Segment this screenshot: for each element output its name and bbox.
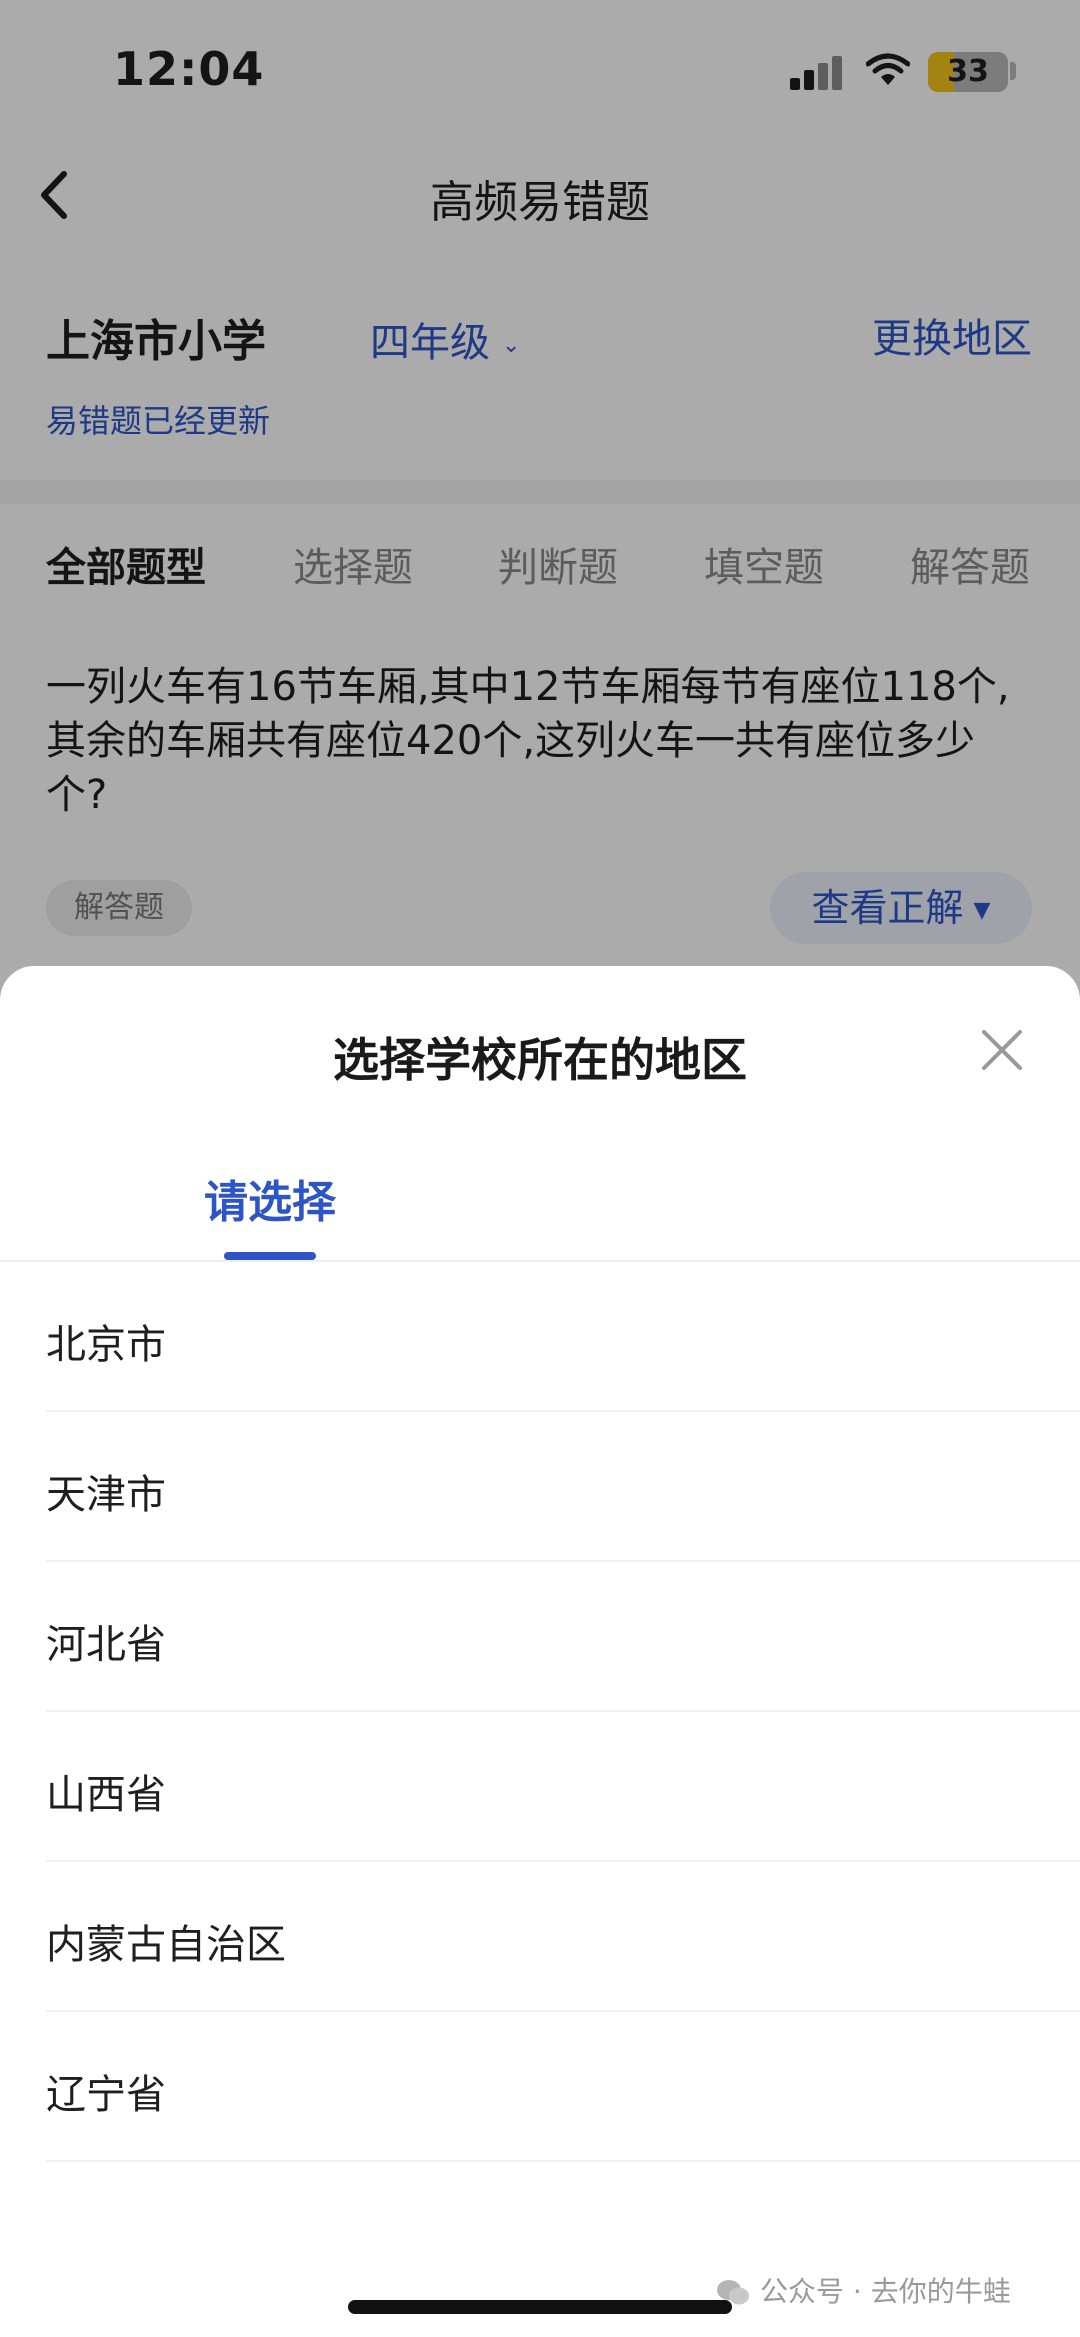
region-item[interactable]: 天津市: [0, 1412, 1080, 1562]
region-label: 辽宁省: [46, 2072, 166, 2118]
watermark: 公众号 · 去你的牛蛙: [716, 2270, 1011, 2310]
tab-please-select[interactable]: 请选择: [204, 1166, 336, 1230]
region-label: 河北省: [46, 1622, 166, 1668]
home-indicator[interactable]: [348, 2300, 732, 2314]
watermark-text: 公众号 · 去你的牛蛙: [760, 2275, 1011, 2308]
close-icon[interactable]: [974, 1022, 1030, 1078]
region-item[interactable]: 河北省: [0, 1562, 1080, 1712]
region-picker-sheet: 选择学校所在的地区 请选择 北京市 天津市 河北省 山西省 内蒙古自治区 辽宁省: [0, 966, 1080, 2337]
region-label: 天津市: [46, 1472, 166, 1518]
region-label: 北京市: [46, 1322, 166, 1368]
region-label: 内蒙古自治区: [46, 1922, 286, 1968]
region-item[interactable]: 辽宁省: [0, 2012, 1080, 2162]
region-item[interactable]: 内蒙古自治区: [0, 1862, 1080, 2012]
active-tab-indicator: [224, 1252, 316, 1260]
region-list: 北京市 天津市 河北省 山西省 内蒙古自治区 辽宁省: [0, 1262, 1080, 2162]
region-label: 山西省: [46, 1772, 166, 1818]
region-item[interactable]: 山西省: [0, 1712, 1080, 1862]
region-item[interactable]: 北京市: [0, 1262, 1080, 1412]
sheet-title: 选择学校所在的地区: [333, 1033, 747, 1087]
